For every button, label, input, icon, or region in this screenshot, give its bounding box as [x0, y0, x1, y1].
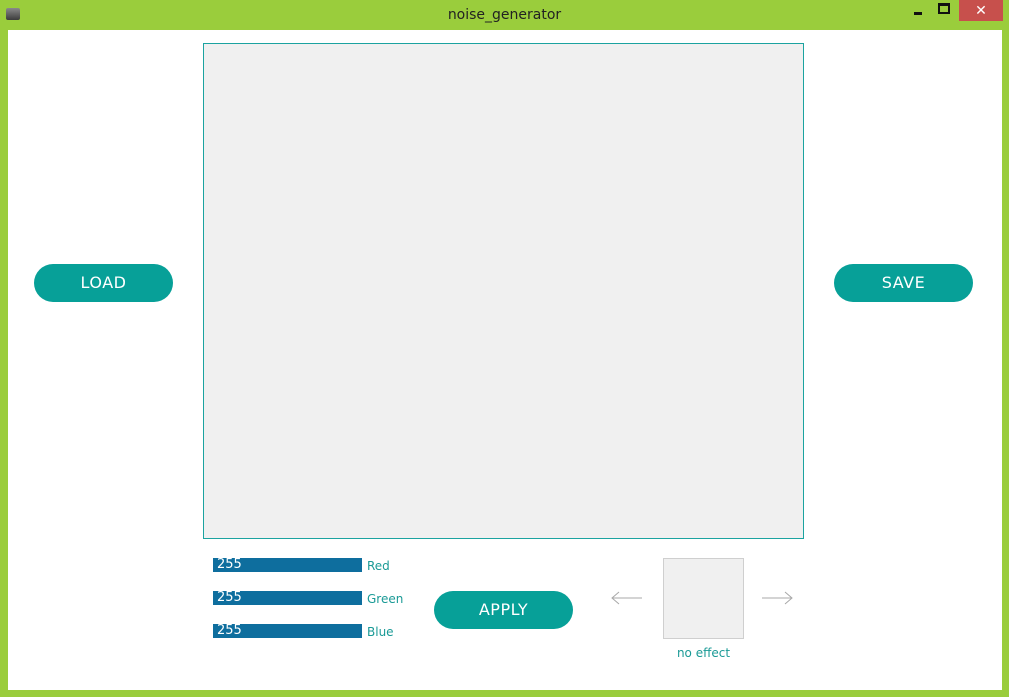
close-icon: ✕ — [975, 2, 987, 19]
arrow-right-icon — [762, 591, 793, 605]
minimize-button[interactable] — [906, 0, 930, 21]
red-slider-label: Red — [367, 559, 390, 573]
prev-effect-button[interactable] — [610, 589, 644, 607]
apply-button[interactable]: APPLY — [434, 591, 573, 629]
title-bar[interactable]: noise_generator ✕ — [0, 0, 1009, 30]
maximize-button[interactable] — [932, 0, 956, 21]
blue-slider[interactable]: 255 — [213, 624, 362, 638]
app-window: noise_generator ✕ LOAD SAVE APPLY 255 Re… — [0, 0, 1009, 697]
window-title: noise_generator — [447, 7, 562, 23]
effect-preview — [663, 558, 744, 639]
save-button[interactable]: SAVE — [834, 264, 973, 302]
effect-name-label: no effect — [676, 646, 731, 660]
blue-slider-label: Blue — [367, 625, 394, 639]
load-button[interactable]: LOAD — [34, 264, 173, 302]
maximize-icon — [938, 3, 950, 14]
green-slider-label: Green — [367, 592, 404, 606]
next-effect-button[interactable] — [760, 589, 794, 607]
arrow-left-icon — [611, 591, 642, 605]
image-canvas — [203, 43, 804, 539]
client-area: LOAD SAVE APPLY 255 Red 255 Green 255 Bl… — [8, 30, 1002, 690]
minimize-icon — [914, 12, 922, 15]
green-slider[interactable]: 255 — [213, 591, 362, 605]
close-button[interactable]: ✕ — [959, 0, 1003, 21]
red-slider[interactable]: 255 — [213, 558, 362, 572]
